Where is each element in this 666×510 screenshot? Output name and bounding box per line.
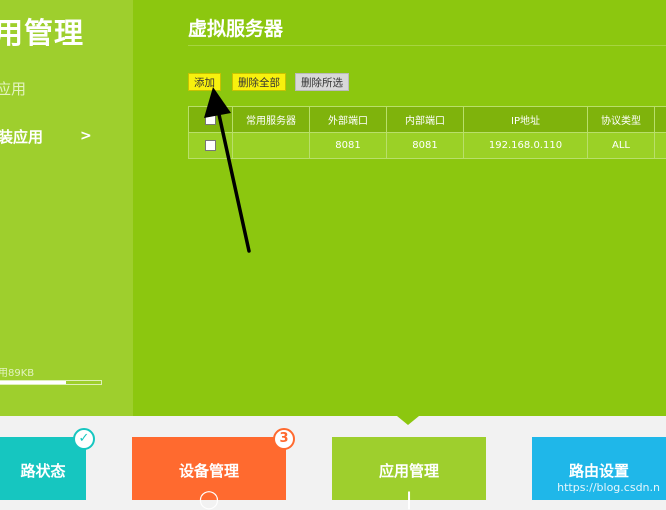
watermark: https://blog.csdn.n xyxy=(557,481,660,494)
nav-tile-label: 路状态 xyxy=(0,460,86,481)
nav-tile-app-management[interactable]: 应用管理 | xyxy=(332,437,486,500)
device-count-badge: 3 xyxy=(273,428,295,450)
nav-tile-label: 路由设置 xyxy=(532,460,666,481)
nav-tile-label: 设备管理 xyxy=(132,460,286,481)
nav-tile-device-management[interactable]: 设备管理 ◯ xyxy=(132,437,286,500)
annotation-arrow-icon xyxy=(0,0,666,500)
nav-tile-label: 应用管理 xyxy=(332,460,486,481)
active-tab-pointer xyxy=(397,416,419,425)
nav-tile-router-status[interactable]: 路状态 xyxy=(0,437,86,500)
status-ok-badge: ✓ xyxy=(73,428,95,450)
